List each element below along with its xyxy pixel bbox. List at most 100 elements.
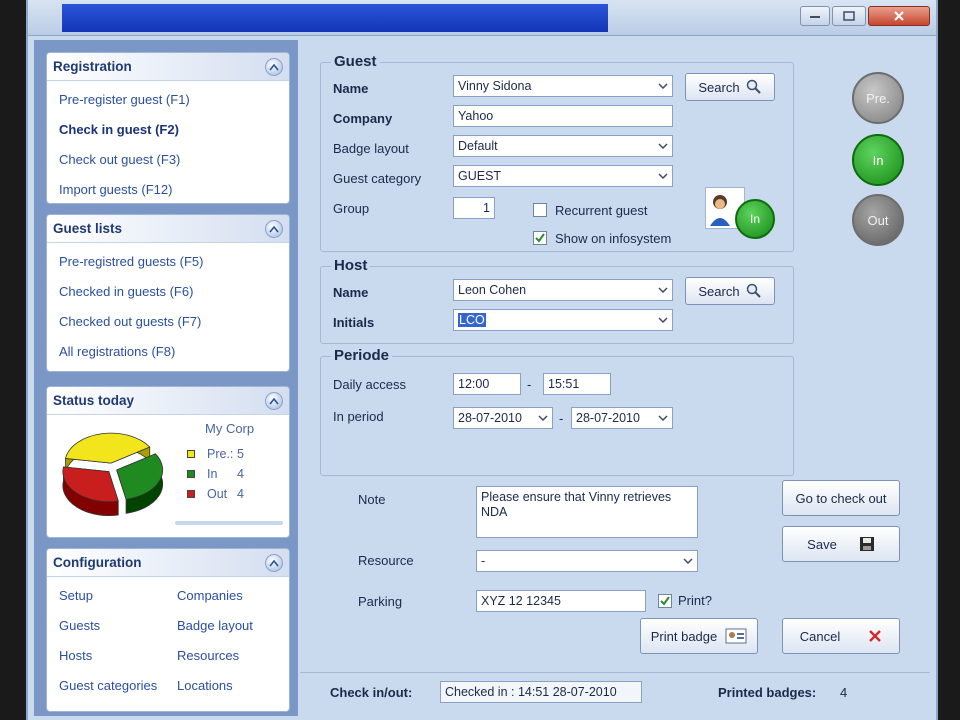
config-item-setup[interactable]: Setup	[59, 581, 177, 611]
title-bar-highlight	[62, 4, 608, 32]
initials-select[interactable]: LCO	[453, 309, 673, 331]
config-item-resources[interactable]: Resources	[177, 641, 287, 671]
host-group-title: Host	[331, 257, 371, 274]
sidebar-item-import[interactable]: Import guests (F12)	[59, 175, 277, 203]
pre-status-button[interactable]: Pre.	[852, 72, 904, 124]
legend-value: 4	[237, 467, 244, 481]
period-to-picker[interactable]: 28-07-2010	[571, 407, 673, 429]
guest-search-button[interactable]: Search	[685, 73, 775, 101]
status-bar: Check in/out: Checked in : 14:51 28-07-2…	[300, 672, 930, 712]
group-value: 1	[483, 201, 490, 215]
chevron-down-icon[interactable]	[679, 551, 697, 571]
sidebar-item-checked-out[interactable]: Checked out guests (F7)	[59, 307, 277, 337]
config-item-badge-layout[interactable]: Badge layout	[177, 611, 287, 641]
collapse-icon[interactable]	[265, 553, 283, 572]
legend-label: Out	[207, 487, 228, 501]
initials-label: Initials	[333, 315, 375, 330]
daily-to-input[interactable]: 15:51	[543, 373, 611, 395]
legend-label: Pre.:	[207, 447, 234, 461]
check-inout-value-box: Checked in : 14:51 28-07-2010	[440, 681, 642, 703]
close-button[interactable]	[868, 6, 930, 26]
guest-lists-panel-title: Guest lists	[53, 221, 123, 236]
in-period-label: In period	[333, 409, 384, 424]
print-badge-button[interactable]: Print badge	[640, 618, 758, 654]
periode-group: Periode Daily access 12:00 - 15:51 In pe…	[320, 347, 794, 476]
config-item-guests[interactable]: Guests	[59, 611, 177, 641]
chevron-down-icon[interactable]	[654, 166, 672, 186]
guest-name-label: Name	[333, 81, 369, 96]
guest-category-select[interactable]: GUEST	[453, 165, 673, 187]
note-textarea[interactable]: Please ensure that Vinny retrieves NDA	[476, 486, 698, 538]
legend-row-in: In 4	[187, 467, 244, 481]
legend-value: 4	[237, 487, 244, 501]
group-input[interactable]: 1	[453, 197, 495, 219]
legend-row-out: Out 4	[187, 487, 244, 501]
go-to-checkout-button[interactable]: Go to check out	[782, 480, 900, 516]
chevron-down-icon[interactable]	[654, 408, 672, 428]
config-item-guest-categories[interactable]: Guest categories	[59, 671, 177, 701]
print-parking-checkbox[interactable]	[658, 594, 672, 608]
status-pie-chart	[62, 432, 164, 516]
guest-category-value: GUEST	[458, 169, 502, 183]
guest-group: Guest Name Vinny Sidona Search Company Y…	[320, 53, 794, 252]
show-infosystem-checkbox[interactable]	[533, 231, 547, 245]
configuration-panel-header[interactable]: Configuration	[47, 549, 289, 577]
go-to-checkout-label: Go to check out	[795, 490, 887, 506]
period-from-picker[interactable]: 28-07-2010	[453, 407, 553, 429]
sidebar-item-check-out[interactable]: Check out guest (F3)	[59, 145, 277, 175]
chevron-down-icon[interactable]	[654, 280, 672, 300]
config-item-locations[interactable]: Locations	[177, 671, 287, 701]
guest-lists-panel: Guest lists Pre-registred guests (F5) Ch…	[46, 214, 290, 372]
pre-status-label: Pre.	[866, 90, 890, 106]
minimize-button[interactable]	[800, 6, 830, 26]
daily-to-value: 15:51	[548, 377, 580, 391]
status-today-panel-title: Status today	[53, 393, 135, 408]
parking-input[interactable]: XYZ 12 12345	[476, 590, 646, 612]
chevron-down-icon[interactable]	[654, 310, 672, 330]
legend-swatch-out	[187, 490, 195, 498]
save-button[interactable]: Save	[782, 526, 900, 562]
sidebar-item-all-registrations[interactable]: All registrations (F8)	[59, 337, 277, 367]
sidebar-item-pre-register[interactable]: Pre-register guest (F1)	[59, 85, 277, 115]
close-icon	[894, 11, 904, 21]
periode-group-title: Periode	[331, 347, 393, 364]
sidebar-item-check-in[interactable]: Check in guest (F2)	[59, 115, 277, 145]
chevron-down-icon[interactable]	[654, 136, 672, 156]
search-icon	[746, 283, 761, 298]
host-search-button[interactable]: Search	[685, 277, 775, 305]
badge-layout-select[interactable]: Default	[453, 135, 673, 157]
print-parking-label: Print?	[678, 593, 712, 608]
collapse-icon[interactable]	[265, 219, 283, 238]
resource-select[interactable]: -	[476, 550, 698, 572]
collapse-icon[interactable]	[265, 391, 283, 410]
sidebar-item-preregistered[interactable]: Pre-registred guests (F5)	[59, 247, 277, 277]
sidebar-item-checked-in[interactable]: Checked in guests (F6)	[59, 277, 277, 307]
out-status-button[interactable]: Out	[852, 194, 904, 246]
collapse-icon[interactable]	[265, 57, 283, 76]
check-icon	[660, 596, 670, 606]
host-name-select[interactable]: Leon Cohen	[453, 279, 673, 301]
recurrent-guest-checkbox[interactable]	[533, 203, 547, 217]
registration-panel-header[interactable]: Registration	[47, 53, 289, 81]
in-status-button[interactable]: In	[852, 134, 904, 186]
registration-panel: Registration Pre-register guest (F1) Che…	[46, 52, 290, 204]
badge-layout-value: Default	[458, 139, 498, 153]
company-input[interactable]: Yahoo	[453, 105, 673, 127]
chart-scrollbar[interactable]	[175, 521, 283, 525]
check-in-form: Guest Name Vinny Sidona Search Company Y…	[300, 40, 930, 680]
status-today-panel: Status today My Corp Pre.: 5 In 4 Out 4	[46, 386, 290, 538]
status-today-panel-header[interactable]: Status today	[47, 387, 289, 415]
daily-from-input[interactable]: 12:00	[453, 373, 521, 395]
maximize-button[interactable]	[832, 6, 866, 26]
in-status-label: In	[872, 152, 884, 168]
printed-badges-value: 4	[840, 685, 848, 700]
guest-name-select[interactable]: Vinny Sidona	[453, 75, 673, 97]
guest-lists-panel-header[interactable]: Guest lists	[47, 215, 289, 243]
config-item-companies[interactable]: Companies	[177, 581, 287, 611]
legend-swatch-in	[187, 470, 195, 478]
chevron-down-icon[interactable]	[534, 408, 552, 428]
config-item-hosts[interactable]: Hosts	[59, 641, 177, 671]
group-label: Group	[333, 201, 370, 216]
cancel-button[interactable]: Cancel	[782, 618, 900, 654]
chevron-down-icon[interactable]	[654, 76, 672, 96]
